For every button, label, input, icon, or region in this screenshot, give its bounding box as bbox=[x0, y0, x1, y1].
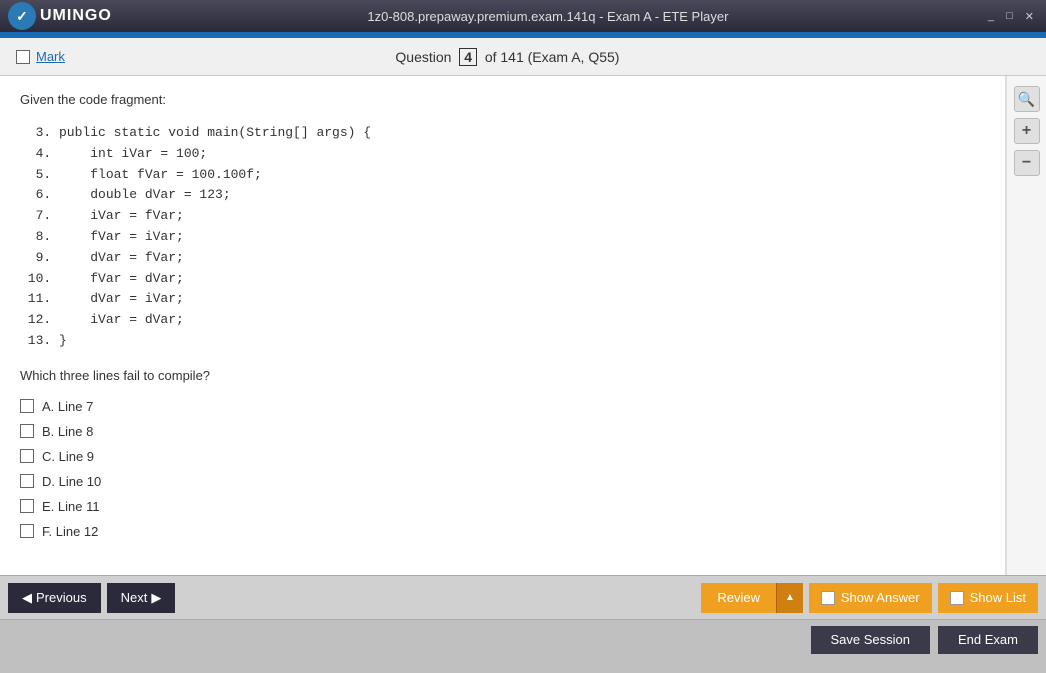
code-block: 3. public static void main(String[] args… bbox=[20, 123, 985, 352]
review-arrow-icon: ▲ bbox=[785, 592, 795, 603]
show-answer-checkbox bbox=[821, 591, 835, 605]
review-main: Review bbox=[701, 583, 776, 613]
review-label: Review bbox=[717, 590, 760, 605]
maximize-button[interactable]: □ bbox=[1002, 10, 1017, 22]
save-session-button[interactable]: Save Session bbox=[811, 626, 931, 654]
search-button[interactable]: 🔍 bbox=[1014, 86, 1040, 112]
search-icon: 🔍 bbox=[1018, 91, 1035, 108]
option-label-b: B. Line 8 bbox=[42, 424, 93, 439]
question-info: Question 4 of 141 (Exam A, Q55) bbox=[395, 49, 619, 65]
zoom-out-icon: − bbox=[1022, 154, 1031, 172]
end-exam-button[interactable]: End Exam bbox=[938, 626, 1038, 654]
next-arrow-icon: ▶ bbox=[151, 590, 161, 606]
save-session-label: Save Session bbox=[831, 632, 911, 647]
option-label-a: A. Line 7 bbox=[42, 399, 93, 414]
show-list-checkbox bbox=[950, 591, 964, 605]
window-controls: _ □ ✕ bbox=[984, 10, 1038, 23]
zoom-in-button[interactable]: + bbox=[1014, 118, 1040, 144]
show-answer-label: Show Answer bbox=[841, 590, 920, 605]
logo-text: UMINGO bbox=[40, 7, 112, 25]
question-area: Given the code fragment: 3. public stati… bbox=[0, 76, 1006, 575]
title-bar: ✓ UMINGO 1z0-808.prepaway.premium.exam.1… bbox=[0, 0, 1046, 32]
option-checkbox-f[interactable] bbox=[20, 524, 34, 538]
mark-label[interactable]: Mark bbox=[36, 49, 65, 64]
previous-button[interactable]: ◀ Previous bbox=[8, 583, 101, 613]
review-button[interactable]: Review ▲ bbox=[701, 583, 803, 613]
question-intro: Given the code fragment: bbox=[20, 92, 985, 107]
zoom-in-icon: + bbox=[1022, 122, 1031, 140]
review-dropdown-arrow[interactable]: ▲ bbox=[776, 583, 803, 613]
right-panel: 🔍 + − bbox=[1006, 76, 1046, 575]
title-bar-left: ✓ UMINGO bbox=[8, 2, 112, 30]
action-bar: Save Session End Exam bbox=[0, 619, 1046, 659]
option-row-c: C. Line 9 bbox=[20, 449, 985, 464]
option-label-e: E. Line 11 bbox=[42, 499, 100, 514]
previous-label: Previous bbox=[36, 590, 87, 605]
minimize-button[interactable]: _ bbox=[984, 10, 998, 22]
next-button[interactable]: Next ▶ bbox=[107, 583, 176, 613]
end-exam-label: End Exam bbox=[958, 632, 1018, 647]
option-row-f: F. Line 12 bbox=[20, 524, 985, 539]
show-answer-button[interactable]: Show Answer bbox=[809, 583, 932, 613]
logo-circle: ✓ bbox=[8, 2, 36, 30]
option-label-f: F. Line 12 bbox=[42, 524, 98, 539]
mark-container: Mark bbox=[16, 49, 65, 64]
option-checkbox-c[interactable] bbox=[20, 449, 34, 463]
question-label: Question bbox=[395, 49, 451, 65]
main-content: Given the code fragment: 3. public stati… bbox=[0, 76, 1046, 575]
logo-checkmark: ✓ bbox=[16, 8, 28, 25]
question-prompt: Which three lines fail to compile? bbox=[20, 368, 985, 383]
next-label: Next bbox=[121, 590, 148, 605]
option-checkbox-a[interactable] bbox=[20, 399, 34, 413]
mark-checkbox[interactable] bbox=[16, 50, 30, 64]
option-label-d: D. Line 10 bbox=[42, 474, 101, 489]
header-row: Mark Question 4 of 141 (Exam A, Q55) bbox=[0, 38, 1046, 76]
option-row-d: D. Line 10 bbox=[20, 474, 985, 489]
logo: ✓ UMINGO bbox=[8, 2, 112, 30]
show-list-label: Show List bbox=[970, 590, 1026, 605]
option-row-e: E. Line 11 bbox=[20, 499, 985, 514]
bottom-toolbar: ◀ Previous Next ▶ Review ▲ Show Answer S… bbox=[0, 575, 1046, 619]
question-number: 4 bbox=[459, 48, 477, 66]
option-label-c: C. Line 9 bbox=[42, 449, 94, 464]
close-button[interactable]: ✕ bbox=[1021, 10, 1038, 23]
prev-arrow-icon: ◀ bbox=[22, 590, 32, 606]
window-title: 1z0-808.prepaway.premium.exam.141q - Exa… bbox=[112, 9, 984, 24]
option-row-a: A. Line 7 bbox=[20, 399, 985, 414]
zoom-out-button[interactable]: − bbox=[1014, 150, 1040, 176]
option-checkbox-b[interactable] bbox=[20, 424, 34, 438]
question-of: of 141 (Exam A, Q55) bbox=[485, 49, 620, 65]
show-list-button[interactable]: Show List bbox=[938, 583, 1038, 613]
option-checkbox-e[interactable] bbox=[20, 499, 34, 513]
option-row-b: B. Line 8 bbox=[20, 424, 985, 439]
option-checkbox-d[interactable] bbox=[20, 474, 34, 488]
